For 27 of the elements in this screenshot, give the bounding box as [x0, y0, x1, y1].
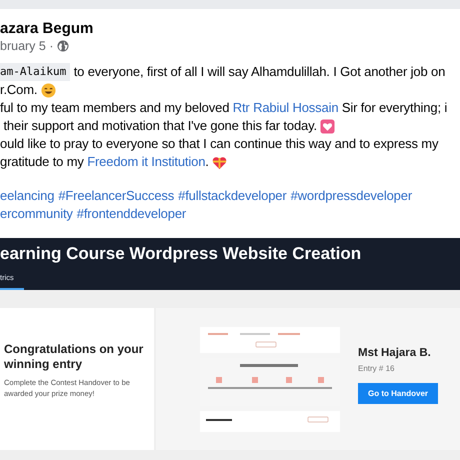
hashtag-link[interactable]: #fullstackdeveloper — [178, 187, 287, 205]
smiley-icon — [40, 82, 56, 98]
hashtag-link[interactable]: #frontenddeveloper — [76, 205, 186, 223]
post-text: their support and motivation that I've gone this far today. — [2, 117, 318, 135]
post-text: Sir for everything; i — [340, 99, 448, 117]
post-text: r.Com. — [0, 81, 38, 99]
post-text: ould like to pray to everyone so that I can continue this way and to express my — [0, 135, 438, 153]
post-text: ful to my team members and my beloved — [0, 99, 230, 117]
entrant-name: Mst Hajara B. — [358, 346, 431, 358]
heart-ribbon-icon — [212, 154, 228, 170]
post-date[interactable]: bruary 5 · — [0, 39, 54, 53]
code-text: am-Alaikum — [0, 63, 70, 81]
post-text: gratitude to my — [0, 153, 85, 171]
post-text: to everyone, first of all I will say Alhamdulillah. I Got another job on — [72, 63, 446, 81]
author-name[interactable]: azara Begum — [0, 19, 460, 38]
globe-icon — [56, 40, 68, 52]
go-to-handover-button[interactable]: Go to Handover — [358, 382, 438, 404]
hashtag-link[interactable]: #wordpressdeveloper — [290, 187, 412, 205]
post-link[interactable]: Rtr Rabiul Hossain — [232, 99, 338, 117]
post-text: . — [205, 153, 210, 171]
hashtag-link[interactable]: #FreelancerSuccess — [58, 187, 174, 205]
post-link[interactable]: Freedom it Institution — [87, 153, 206, 171]
hashtag-link[interactable]: ercommunity — [0, 205, 73, 223]
entry-number: Entry # 16 — [358, 364, 394, 372]
card-heading: Congratulations on your winning entry — [4, 342, 144, 372]
hashtag-link[interactable]: eelancing — [0, 187, 54, 205]
contest-title: earning Course Wordpress Website Creation — [0, 243, 362, 265]
